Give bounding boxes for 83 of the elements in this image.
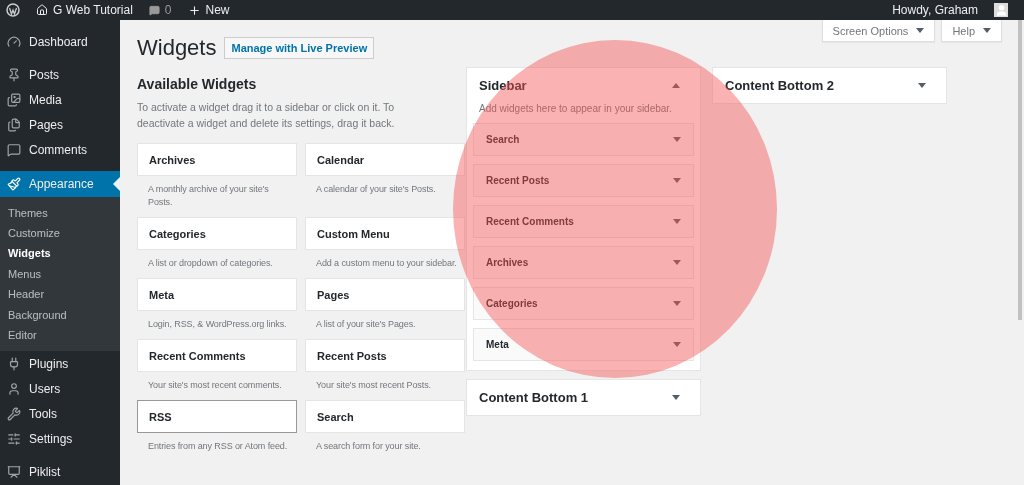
menu-item[interactable]: Tools	[0, 401, 120, 427]
wordpress-logo[interactable]	[6, 3, 20, 17]
caret-down-icon	[673, 342, 681, 347]
screen-tab[interactable]: Help	[941, 20, 1002, 42]
caret-down-icon	[673, 301, 681, 306]
widget-description: A search form for your site.	[315, 440, 422, 453]
widget-card[interactable]: Recent Posts	[305, 339, 465, 372]
pages-icon	[7, 118, 21, 133]
widget-area-title[interactable]: Content Bottom 1	[479, 390, 589, 405]
plug-icon	[7, 356, 21, 371]
widget-area-title[interactable]: Sidebar	[479, 78, 527, 93]
placed-widget[interactable]: Search	[473, 123, 694, 156]
caret-down-icon	[673, 260, 681, 265]
placed-widget[interactable]: Meta	[473, 328, 694, 361]
new-link[interactable]: New	[187, 3, 230, 17]
widget-card[interactable]: Calendar	[305, 143, 465, 176]
menu-item[interactable]: Appearance	[0, 171, 120, 197]
caret-down-icon	[673, 137, 681, 142]
menu-item[interactable]: Media	[0, 87, 120, 113]
widget-card[interactable]: Archives	[137, 143, 297, 176]
menu-item[interactable]: Users	[0, 376, 120, 402]
submenu-item[interactable]: Editor	[0, 324, 120, 346]
widget-description: Entries from any RSS or Atom feed.	[147, 440, 289, 453]
instructions: To activate a widget drag it to a sidebar or click on it. To deactivate a widget and delete its settings, drag it back.	[137, 100, 396, 131]
menu-item[interactable]: Dashboard	[0, 30, 120, 54]
screen-tab[interactable]: Screen Options	[821, 20, 936, 42]
widget-area-title[interactable]: Content Bottom 2	[725, 78, 835, 93]
site-name-link[interactable]: G Web Tutorial	[36, 3, 133, 17]
caret-down-icon	[916, 28, 925, 33]
widget-card[interactable]: RSS	[137, 400, 297, 433]
submenu-item[interactable]: Header	[0, 284, 120, 305]
submenu-item[interactable]: Themes	[0, 202, 120, 223]
submenu-item[interactable]: Menus	[0, 263, 120, 285]
menu-item[interactable]: Pages	[0, 112, 120, 138]
greeting[interactable]: Howdy, Graham	[892, 3, 978, 17]
widget-description: Add a custom menu to your sidebar.	[315, 257, 458, 270]
widget-description: A list or dropdown of categories.	[147, 257, 274, 270]
caret-down-icon	[672, 395, 680, 400]
widget-description: Your site's most recent comments.	[147, 379, 283, 392]
widget-description: A monthly archive of your site's Posts.	[147, 183, 270, 209]
comment-icon	[148, 4, 160, 16]
menu-item[interactable]: Comments	[0, 137, 120, 164]
pin-icon	[7, 68, 21, 83]
comment-icon	[7, 143, 21, 158]
caret-down-icon	[983, 28, 991, 33]
live-preview-button[interactable]: Manage with Live Preview	[224, 37, 375, 59]
menu-item[interactable]: Settings	[0, 426, 120, 452]
widget-card[interactable]: Pages	[305, 278, 465, 311]
widget-card[interactable]: Meta	[137, 278, 297, 311]
comments-link[interactable]: 0	[148, 3, 172, 17]
submenu-item[interactable]: Background	[0, 304, 120, 325]
caret-down-icon	[673, 219, 681, 224]
caret-up-icon	[672, 83, 680, 88]
sliders-icon	[7, 432, 21, 447]
section-title: Available Widgets	[137, 75, 258, 93]
widget-card[interactable]: Search	[305, 400, 465, 433]
widget-description: A calendar of your site's Posts.	[315, 183, 437, 196]
submenu-item[interactable]: Customize	[0, 222, 120, 244]
caret-down-icon	[673, 178, 681, 183]
placed-widget[interactable]: Recent Comments	[473, 205, 694, 238]
submenu-item[interactable]: Widgets	[0, 243, 120, 264]
placed-widget[interactable]: Archives	[473, 246, 694, 279]
menu-item[interactable]: Plugins	[0, 351, 120, 377]
plus-icon	[187, 3, 201, 17]
paintbrush-icon	[7, 176, 21, 191]
widget-description: A list of your site's Pages.	[315, 318, 417, 331]
menu-item[interactable]: Posts	[0, 62, 120, 88]
placed-widget[interactable]: Recent Posts	[473, 164, 694, 197]
widget-card[interactable]: Recent Comments	[137, 339, 297, 372]
widget-description: Login, RSS, & WordPress.org links.	[147, 318, 288, 331]
wrench-icon	[7, 407, 21, 422]
placed-widget[interactable]: Categories	[473, 287, 694, 320]
menu-item[interactable]: Piklist	[0, 459, 120, 485]
widget-description: Your site's most recent Posts.	[315, 379, 432, 392]
user-icon	[7, 381, 21, 396]
presentation-icon	[7, 465, 21, 480]
dashboard-icon	[7, 34, 21, 49]
widget-card[interactable]: Custom Menu	[305, 217, 465, 250]
home-icon	[36, 4, 48, 16]
media-icon	[7, 93, 21, 108]
widget-card[interactable]: Categories	[137, 217, 297, 250]
caret-down-icon	[918, 83, 926, 88]
page-title: Widgets	[137, 35, 217, 61]
